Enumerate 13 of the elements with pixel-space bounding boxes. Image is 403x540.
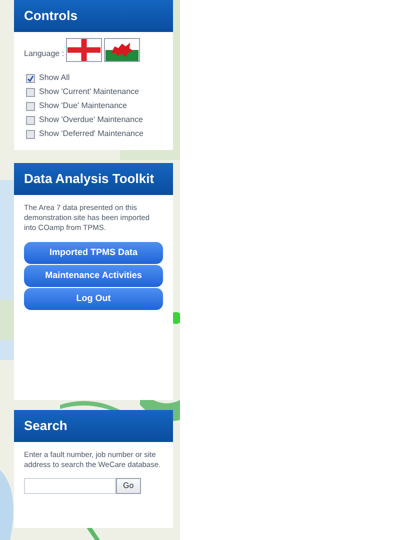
action-button[interactable]: Imported TPMS Data — [24, 242, 163, 264]
filter-label: Show 'Deferred' Maintenance — [39, 128, 144, 140]
language-label: Language : — [24, 48, 64, 60]
panel-header: Data Analysis Toolkit — [14, 163, 173, 195]
filter-label: Show 'Current' Maintenance — [39, 86, 139, 98]
go-button[interactable]: Go — [116, 478, 141, 494]
action-button[interactable]: Maintenance Activities — [24, 265, 163, 287]
filter-label: Show 'Due' Maintenance — [39, 100, 127, 112]
action-button[interactable]: Log Out — [24, 288, 163, 310]
panel-header: Controls — [14, 0, 173, 32]
filter-label: Show 'Overdue' Maintenance — [39, 114, 144, 126]
panel-header: Search — [14, 410, 173, 442]
filter-label: Show All — [39, 72, 70, 84]
